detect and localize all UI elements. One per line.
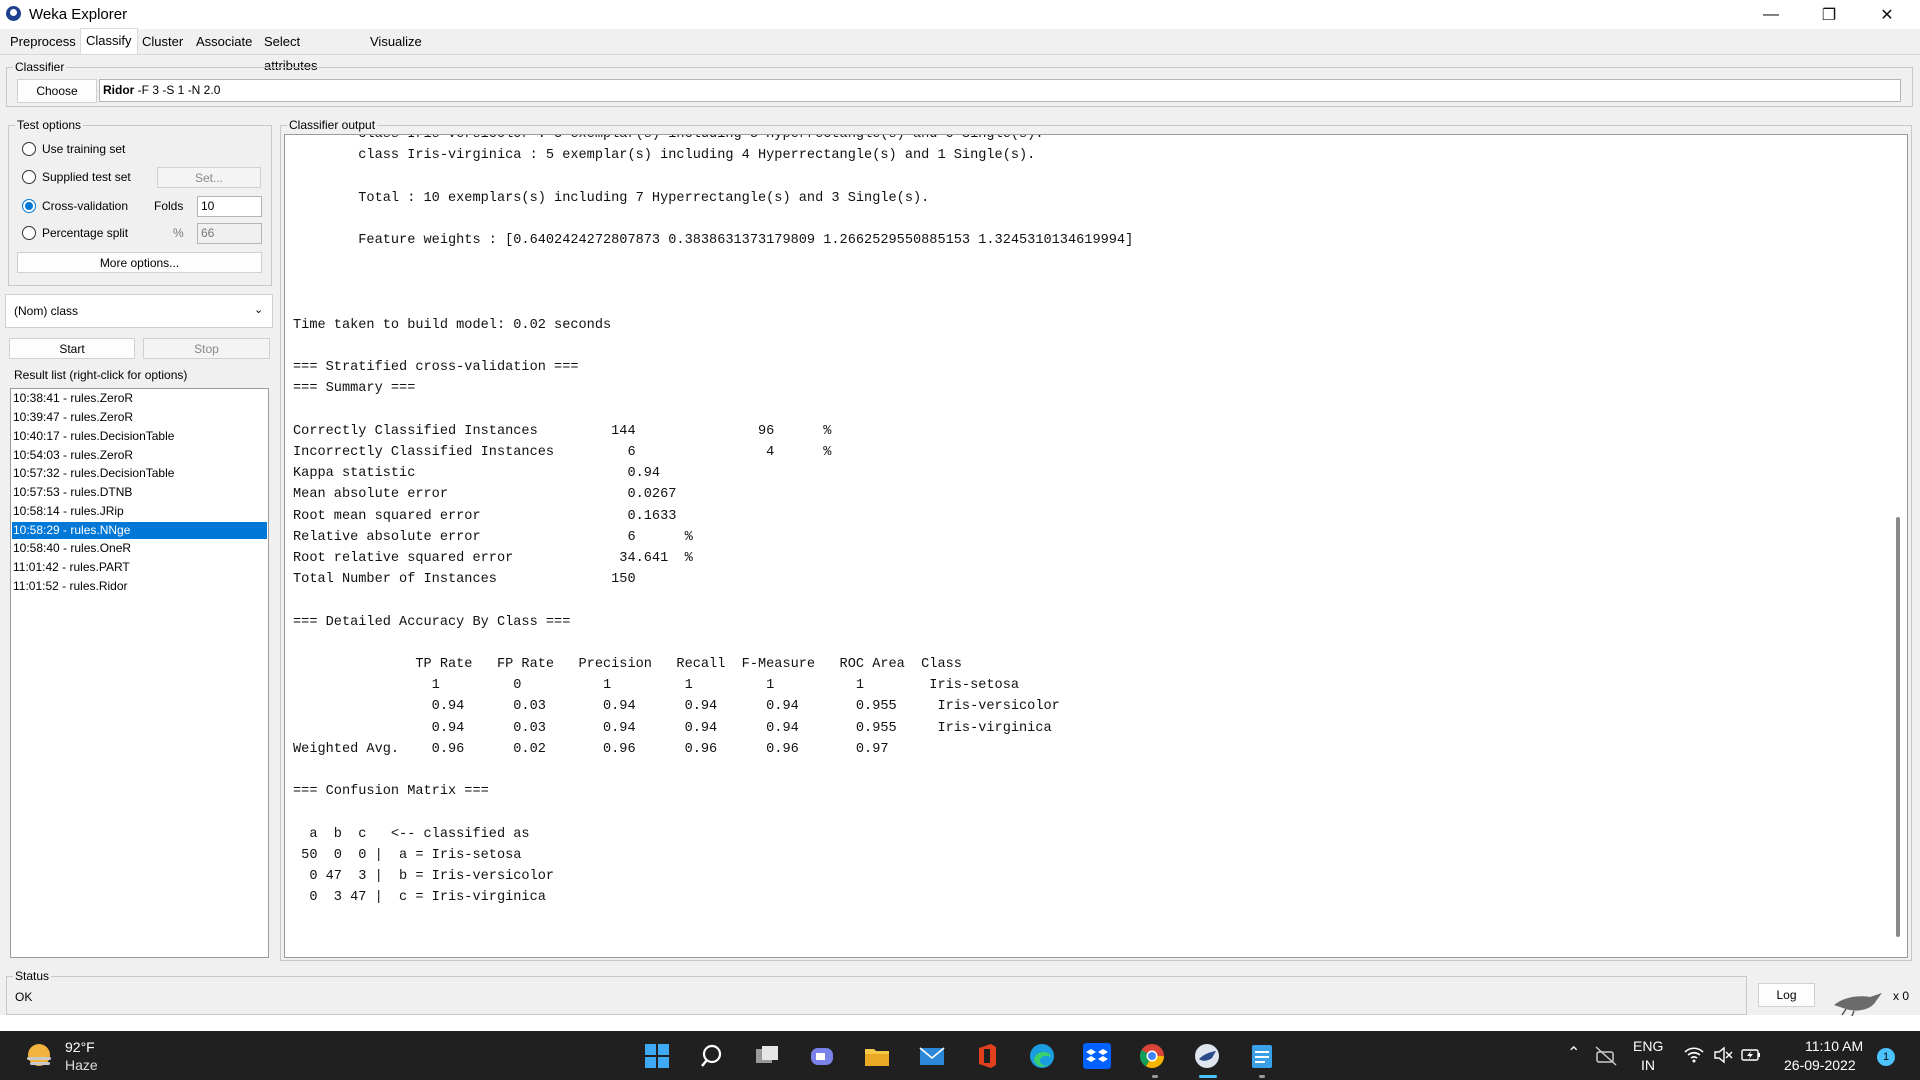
mail-icon[interactable] — [918, 1042, 946, 1070]
result-item[interactable]: 10:39:47 - rules.ZeroR — [12, 409, 267, 426]
tab-divider — [0, 54, 1920, 55]
task-count: x 0 — [1893, 989, 1910, 1003]
result-item[interactable]: 11:01:42 - rules.PART — [12, 559, 267, 576]
tab-cluster[interactable]: Cluster — [137, 30, 188, 54]
supplied-test-radio[interactable] — [22, 170, 36, 184]
tab-select-attributes[interactable]: Select attributes — [259, 30, 322, 73]
battery-charging-icon[interactable] — [1741, 1046, 1761, 1064]
result-item[interactable]: 10:40:17 - rules.DecisionTable — [12, 428, 267, 445]
start-button[interactable]: Start — [9, 338, 135, 359]
volume-muted-icon[interactable] — [1713, 1046, 1733, 1064]
result-item[interactable]: 10:57:53 - rules.DTNB — [12, 484, 267, 501]
cross-validation-radio[interactable] — [22, 199, 36, 213]
file-explorer-icon[interactable] — [863, 1042, 891, 1070]
search-icon[interactable] — [698, 1042, 726, 1070]
result-item[interactable]: 10:58:14 - rules.JRip — [12, 503, 267, 520]
start-icon[interactable] — [643, 1042, 671, 1070]
output-scrollbar-thumb[interactable] — [1896, 517, 1900, 937]
region-indicator[interactable]: IN — [1641, 1057, 1655, 1073]
wifi-icon[interactable] — [1684, 1046, 1704, 1064]
cross-validation-label: Cross-validation — [42, 199, 129, 213]
restore-button[interactable]: ❐ — [1800, 0, 1858, 29]
chevron-down-icon: ⌄ — [254, 304, 264, 316]
folds-input[interactable]: 10 — [197, 196, 262, 217]
status-group: Status — [6, 969, 1747, 1015]
window-title: Weka Explorer — [29, 6, 128, 23]
status-text: OK — [15, 990, 33, 1004]
result-item[interactable]: 10:58:40 - rules.OneR — [12, 540, 267, 557]
result-list[interactable]: 10:38:41 - rules.ZeroR 10:39:47 - rules.… — [10, 388, 269, 958]
set-test-set-button[interactable]: Set... — [157, 167, 261, 188]
class-attribute-select[interactable]: (Nom) class ⌄ — [5, 294, 273, 328]
result-item[interactable]: 11:01:52 - rules.Ridor — [12, 578, 267, 595]
result-list-legend: Result list (right-click for options) — [12, 368, 190, 382]
minimize-button[interactable]: — — [1742, 0, 1800, 29]
language-indicator[interactable]: ENG — [1633, 1038, 1663, 1054]
more-options-button[interactable]: More options... — [17, 252, 262, 273]
weka-bird-icon[interactable] — [1832, 987, 1884, 1017]
tab-preprocess[interactable]: Preprocess — [5, 30, 81, 54]
classifier-output-textarea[interactable]: class Iris-versicolor : 3 exemplar(s) in… — [284, 134, 1908, 958]
clock-date[interactable]: 26-09-2022 — [1784, 1057, 1856, 1073]
percentage-split-radio[interactable] — [22, 226, 36, 240]
percentage-split-label: Percentage split — [42, 226, 129, 240]
weka-app-icon — [6, 6, 21, 21]
result-item[interactable]: 10:57:32 - rules.DecisionTable — [12, 465, 267, 482]
notification-badge[interactable]: 1 — [1877, 1048, 1895, 1066]
use-training-radio[interactable] — [22, 142, 36, 156]
tab-classify[interactable]: Classify — [80, 28, 138, 54]
teams-chat-icon[interactable] — [808, 1042, 836, 1070]
chrome-icon[interactable] — [1138, 1042, 1166, 1070]
notepad-open-indicator — [1259, 1075, 1265, 1078]
chrome-open-indicator — [1152, 1075, 1158, 1078]
tray-overflow-chevron-icon[interactable]: ⌃ — [1567, 1043, 1580, 1063]
tab-associate[interactable]: Associate — [191, 30, 257, 54]
clock-time[interactable]: 11:10 AM — [1805, 1038, 1863, 1054]
percent-symbol: % — [173, 226, 184, 240]
use-training-label: Use training set — [42, 142, 126, 156]
class-select-value: (Nom) class — [14, 304, 79, 318]
test-options-legend: Test options — [15, 118, 84, 132]
status-legend: Status — [13, 969, 52, 983]
result-item-selected[interactable]: 10:58:29 - rules.NNge — [12, 522, 267, 539]
edge-icon[interactable] — [1028, 1042, 1056, 1070]
classifier-output-legend: Classifier output — [287, 118, 378, 132]
classifier-legend: Classifier — [13, 60, 67, 74]
folds-label: Folds — [154, 199, 184, 213]
classifier-config-field[interactable]: Ridor -F 3 -S 1 -N 2.0 — [99, 79, 1901, 102]
classifier-output-text: class Iris-versicolor : 3 exemplar(s) in… — [293, 134, 1134, 906]
result-item[interactable]: 10:54:03 - rules.ZeroR — [12, 447, 267, 464]
weather-haze-icon[interactable] — [24, 1041, 54, 1071]
classifier-options: -F 3 -S 1 -N 2.0 — [134, 83, 221, 97]
result-item[interactable]: 10:38:41 - rules.ZeroR — [12, 390, 267, 407]
stop-button[interactable]: Stop — [143, 338, 270, 359]
network-disconnected-icon[interactable] — [1594, 1045, 1618, 1067]
percent-split-input[interactable]: 66 — [197, 223, 262, 244]
tab-visualize[interactable]: Visualize — [365, 30, 427, 54]
weather-temp[interactable]: 92°F — [65, 1039, 95, 1055]
log-button[interactable]: Log — [1758, 983, 1815, 1007]
dropbox-icon[interactable] — [1083, 1042, 1111, 1070]
output-scrollbar[interactable] — [1891, 137, 1905, 955]
supplied-test-label: Supplied test set — [42, 170, 131, 184]
windows-taskbar: 92°F Haze ⌃ ENG IN 11:10 AM 26-09-2022 1 — [0, 1031, 1920, 1080]
close-button[interactable]: ✕ — [1858, 0, 1916, 29]
notepad-icon[interactable] — [1248, 1042, 1276, 1070]
title-bar: Weka Explorer — ❐ ✕ — [0, 0, 1920, 29]
task-view-icon[interactable] — [753, 1042, 781, 1070]
weka-active-indicator — [1199, 1075, 1217, 1078]
weather-desc[interactable]: Haze — [65, 1057, 98, 1073]
classifier-name: Ridor — [103, 83, 135, 97]
choose-button[interactable]: Choose — [17, 79, 97, 103]
office-icon[interactable] — [973, 1042, 1001, 1070]
weka-icon[interactable] — [1193, 1042, 1221, 1070]
